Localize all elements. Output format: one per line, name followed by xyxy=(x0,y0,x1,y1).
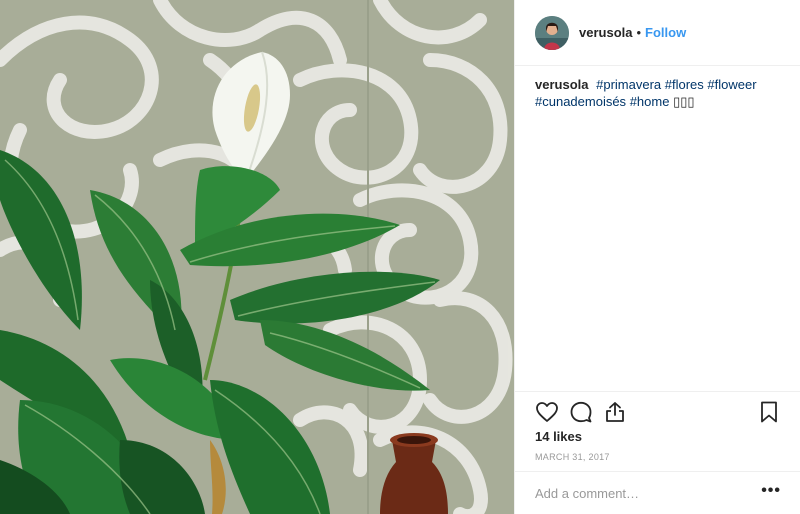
post-side-panel: verusola • Follow verusola #primavera #f… xyxy=(514,0,800,514)
caption: verusola #primavera #flores #floweer #cu… xyxy=(535,76,785,110)
bookmark-icon[interactable] xyxy=(757,400,781,424)
comment-bar: ••• xyxy=(515,471,800,514)
share-icon[interactable] xyxy=(603,400,627,424)
action-bar xyxy=(515,391,800,431)
post-date[interactable]: MARCH 31, 2017 xyxy=(535,452,610,462)
caption-emoji: ▯▯▯ xyxy=(673,94,695,109)
heart-icon[interactable] xyxy=(535,400,559,424)
avatar-image xyxy=(535,15,569,50)
likes-count[interactable]: 14 likes xyxy=(535,429,582,444)
header-username[interactable]: verusola xyxy=(579,25,632,40)
header-text: verusola • Follow xyxy=(579,25,686,40)
follow-button[interactable]: Follow xyxy=(645,25,686,40)
more-icon[interactable]: ••• xyxy=(761,482,781,500)
hashtag-floweer[interactable]: #floweer xyxy=(707,77,756,92)
hashtag-cunademoises[interactable]: #cunademoisés xyxy=(535,94,626,109)
post-header: verusola • Follow xyxy=(515,0,800,66)
photo-illustration xyxy=(0,0,513,514)
post: verusola • Follow verusola #primavera #f… xyxy=(0,0,800,514)
comment-input[interactable] xyxy=(535,484,745,502)
header-separator: • xyxy=(636,25,642,40)
hashtag-primavera[interactable]: #primavera xyxy=(596,77,661,92)
hashtag-home[interactable]: #home xyxy=(630,94,670,109)
avatar[interactable] xyxy=(535,15,569,50)
hashtag-flores[interactable]: #flores xyxy=(665,77,704,92)
post-photo[interactable] xyxy=(0,0,514,514)
comment-icon[interactable] xyxy=(569,400,593,424)
caption-username[interactable]: verusola xyxy=(535,77,588,92)
